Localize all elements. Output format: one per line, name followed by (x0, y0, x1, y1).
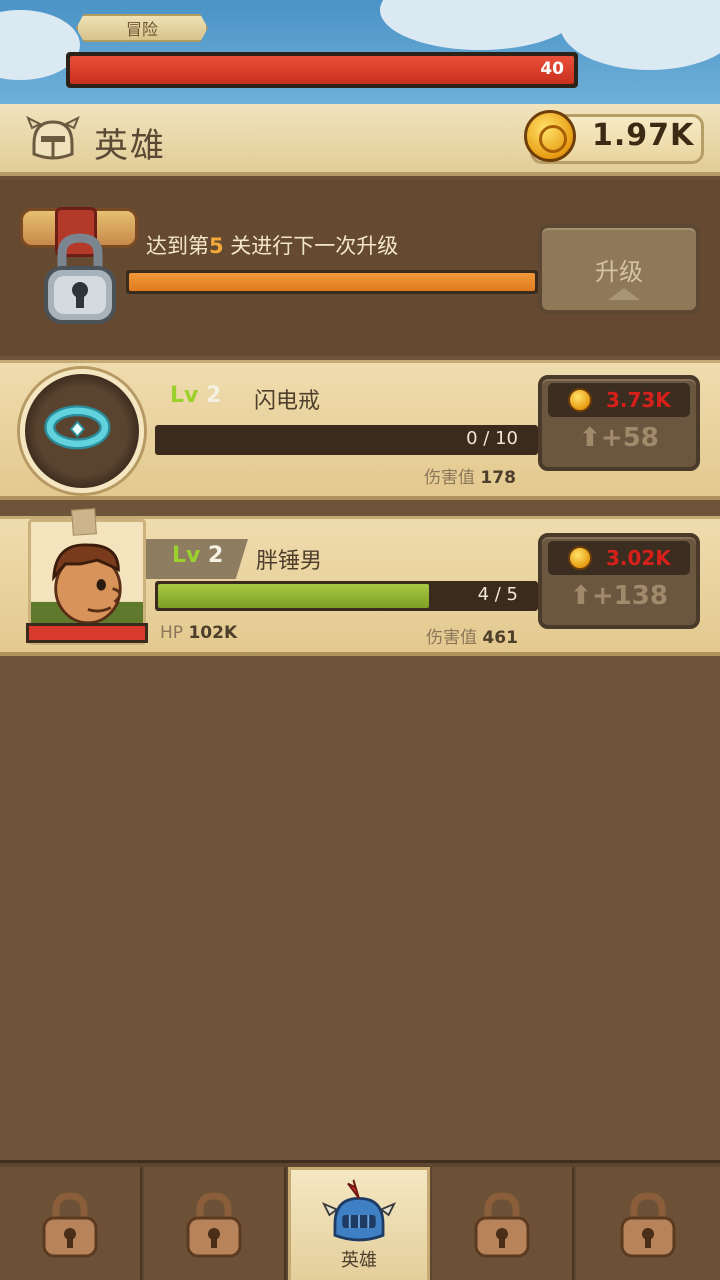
level-prefix: Lv (170, 383, 199, 408)
tape-decoration (71, 508, 97, 536)
ring-portrait[interactable] (20, 369, 144, 493)
padlock-icon (186, 1192, 242, 1258)
level-prefix: Lv (172, 543, 201, 568)
hero-list: 达到第5 关进行下一次升级 升级 Lv 2 闪电戒 0 / 10 伤害值 178… (0, 180, 720, 1160)
damage-gain: ⬆+138 (542, 581, 696, 611)
gain-value: +138 (591, 581, 668, 611)
gold-coin-icon (568, 388, 592, 412)
level-number: 2 (208, 543, 224, 568)
cost-box: 3.02K (548, 541, 690, 575)
cloud-decoration (560, 0, 720, 70)
adventure-tab[interactable]: 冒险 (76, 14, 208, 42)
up-arrow-icon: ⬆ (570, 581, 592, 611)
adventure-tab-label: 冒险 (125, 20, 158, 39)
damage-label: 伤害值 (424, 468, 475, 488)
hp-value: 102K (188, 623, 238, 643)
upgrade-cost: 3.02K (606, 546, 671, 570)
requirement-suffix: 关进行下一次升级 (223, 234, 399, 258)
gold-amount: 1.97K (592, 118, 695, 153)
ring-upgrade-button[interactable]: 3.73K ⬆+58 (538, 375, 700, 471)
nav-tab-locked-2[interactable] (144, 1167, 286, 1280)
bottom-nav: 英雄 (0, 1160, 720, 1280)
requirement-prefix: 达到第 (146, 234, 209, 258)
knight-helmet-icon (322, 1179, 396, 1242)
upgrade-cost: 3.73K (606, 388, 671, 412)
damage-value: 178 (480, 468, 516, 488)
hero-level: Lv 2 (172, 543, 223, 568)
nav-tab-locked-1[interactable] (0, 1167, 142, 1280)
cloud-decoration (380, 0, 580, 50)
unlock-progress-bar (126, 270, 538, 294)
padlock-icon (42, 1192, 98, 1258)
damage-gain: ⬆+58 (542, 423, 696, 453)
upgrade-button-label: 升级 (595, 257, 643, 286)
padlock-icon (474, 1192, 530, 1258)
padlock-icon (620, 1192, 676, 1258)
locked-upgrade-panel: 达到第5 关进行下一次升级 升级 (0, 180, 720, 356)
nav-tab-locked-4[interactable] (576, 1167, 720, 1280)
unlock-requirement-text: 达到第5 关进行下一次升级 (146, 230, 398, 260)
cost-box: 3.73K (548, 383, 690, 417)
nav-tab-heroes-label: 英雄 (341, 1250, 377, 1271)
item-card-ring: Lv 2 闪电戒 0 / 10 伤害值 178 3.73K ⬆+58 (0, 360, 720, 500)
padlock-icon (44, 233, 116, 324)
hero-damage-stat: 伤害值 461 (426, 623, 518, 648)
item-damage-stat: 伤害值 178 (424, 463, 516, 488)
damage-label: 伤害值 (426, 628, 477, 648)
nav-tab-heroes[interactable]: 英雄 (288, 1167, 430, 1280)
gold-coin-icon (524, 110, 576, 162)
gold-coin-icon (568, 546, 592, 570)
ring-icon (44, 405, 111, 450)
item-progress-bar: 0 / 10 (155, 425, 538, 455)
hero-name: 胖锤男 (256, 549, 323, 574)
enemy-hp-fill: 40 (70, 56, 574, 84)
hero-panel-header: 英雄 1.97K (0, 104, 720, 176)
up-arrow-icon: ⬆ (579, 423, 601, 453)
helmet-icon (26, 115, 80, 160)
requirement-stage: 5 (209, 234, 224, 258)
item-level: Lv 2 (170, 383, 221, 408)
hero-hp-bar (26, 623, 148, 643)
hero-upgrade-button[interactable]: 3.02K ⬆+138 (538, 533, 700, 629)
damage-value: 461 (482, 628, 518, 648)
enemy-hp-value: 40 (540, 59, 564, 79)
item-card-hero: Lv 2 胖锤男 4 / 5 HP 102K 伤害值 461 3.02K ⬆+1… (0, 508, 720, 656)
page-title: 英雄 (94, 126, 166, 166)
unlock-progress-fill (129, 273, 535, 291)
upgrade-button[interactable]: 升级 (538, 224, 700, 314)
nav-tab-locked-3[interactable] (432, 1167, 574, 1280)
level-number: 2 (206, 383, 222, 408)
gain-value: +58 (600, 423, 659, 453)
hero-progress-bar: 4 / 5 (155, 581, 538, 611)
item-progress-text: 0 / 10 (466, 428, 518, 449)
top-battle-strip: 冒险 40 (0, 0, 720, 104)
enemy-hp-bar: 40 (66, 52, 578, 88)
hp-label: HP (160, 623, 184, 643)
hero-progress-fill (158, 584, 429, 608)
item-name: 闪电戒 (254, 389, 321, 414)
hero-progress-text: 4 / 5 (477, 584, 518, 605)
hero-hp-stat: HP 102K (160, 623, 237, 643)
